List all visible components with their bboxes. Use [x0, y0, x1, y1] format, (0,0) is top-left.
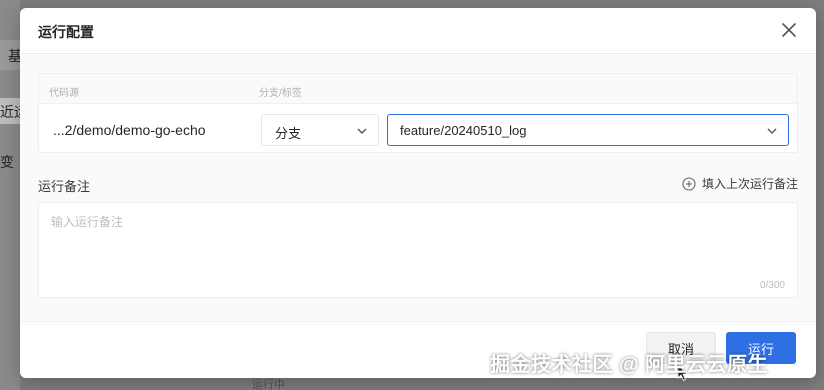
background-fragment: 变: [0, 154, 14, 170]
close-icon: [782, 23, 796, 37]
branch-value: feature/20240510_log: [400, 123, 527, 138]
char-count: 0/300: [759, 280, 785, 291]
run-config-dialog: 运行配置 代码源 分支/标签 ...2/demo/demo-go-echo 分支…: [20, 8, 816, 378]
notes-textarea-wrapper: 0/300: [38, 202, 798, 298]
notes-label: 运行备注: [38, 179, 91, 194]
branch-select[interactable]: feature/20240510_log: [387, 114, 789, 146]
fill-last-notes-button[interactable]: 填入上次运行备注: [682, 175, 798, 192]
watermark: 掘金技术社区 @ 阿里云云原生: [490, 354, 769, 376]
notes-textarea[interactable]: [39, 203, 797, 297]
fill-last-notes-label: 填入上次运行备注: [701, 177, 798, 191]
ref-type-select[interactable]: 分支: [261, 114, 379, 146]
source-column-label: 代码源: [49, 88, 79, 99]
dialog-title: 运行配置: [38, 24, 94, 40]
dialog-header: 运行配置: [20, 8, 816, 54]
plus-circle-icon: [682, 176, 696, 191]
footer-divider: [20, 321, 816, 322]
chevron-down-icon: [767, 128, 777, 134]
repo-path: ...2/demo/demo-go-echo: [53, 122, 206, 138]
branch-column-label: 分支/标签: [259, 88, 302, 99]
source-card-header: 代码源 分支/标签: [39, 74, 797, 104]
background-fragment: 运行中: [252, 379, 285, 390]
source-card: 代码源 分支/标签 ...2/demo/demo-go-echo 分支 feat…: [38, 73, 798, 153]
background-fragment: 近运: [0, 98, 20, 124]
ref-type-value: 分支: [275, 126, 302, 141]
close-button[interactable]: [778, 19, 800, 41]
background-fragment: 基: [0, 40, 20, 70]
chevron-down-icon: [357, 128, 367, 134]
